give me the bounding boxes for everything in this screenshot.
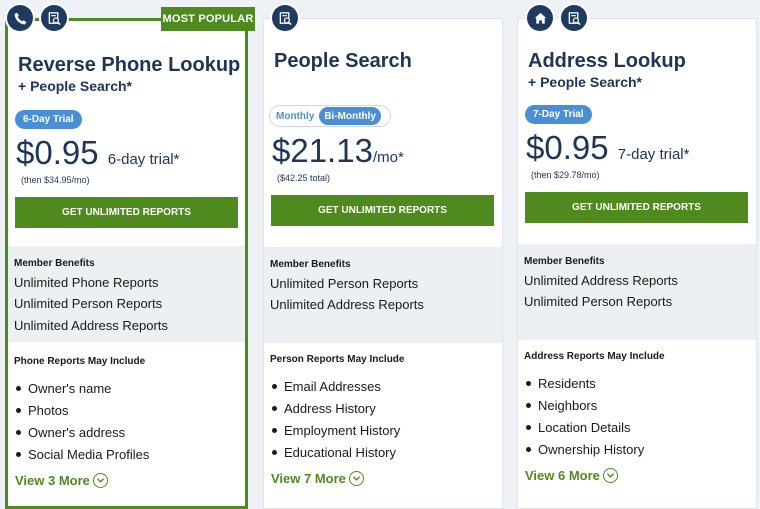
include-item: Address History xyxy=(272,401,376,416)
get-unlimited-reports-button[interactable]: GET UNLIMITED REPORTS xyxy=(271,195,494,226)
get-unlimited-reports-button[interactable]: GET UNLIMITED REPORTS xyxy=(15,197,238,228)
benefit-item: Unlimited Address Reports xyxy=(524,273,678,288)
include-item: Owner's address xyxy=(16,425,125,440)
plan-card-reverse-phone: Reverse Phone Lookup + People Search* 6-… xyxy=(5,18,248,509)
plan-title: People Search xyxy=(274,50,412,72)
include-item: Email Addresses xyxy=(272,379,381,394)
includes-heading: Person Reports May Include xyxy=(270,354,405,365)
member-benefits-section: Member Benefits Unlimited Person Reports… xyxy=(264,247,502,343)
benefits-heading: Member Benefits xyxy=(14,258,95,269)
toggle-monthly[interactable]: Monthly xyxy=(271,107,319,125)
include-item: Employment History xyxy=(272,423,400,438)
plan-card-people-search: People Search Monthly Bi-Monthly $21.13/… xyxy=(263,18,503,509)
chevron-down-icon xyxy=(348,471,364,486)
plan-price: $0.95 7-day trial* xyxy=(526,129,689,167)
chevron-down-icon xyxy=(602,468,618,483)
report-search-icon xyxy=(41,5,67,31)
benefit-item: Unlimited Person Reports xyxy=(14,296,163,311)
view-more-label: View 3 More xyxy=(15,473,90,488)
benefit-item: Unlimited Address Reports xyxy=(270,297,424,312)
get-unlimited-reports-button[interactable]: GET UNLIMITED REPORTS xyxy=(525,192,748,223)
view-more-link[interactable]: View 7 More xyxy=(271,471,364,486)
include-item: Location Details xyxy=(526,420,631,435)
include-item: Photos xyxy=(16,403,68,418)
toggle-bi-monthly[interactable]: Bi-Monthly xyxy=(319,107,381,125)
report-search-icon xyxy=(272,5,298,31)
view-more-link[interactable]: View 6 More xyxy=(525,468,618,483)
includes-heading: Phone Reports May Include xyxy=(14,356,146,367)
phone-icon xyxy=(7,5,33,31)
trial-pill: 7-Day Trial xyxy=(525,105,592,124)
include-item: Residents xyxy=(526,376,596,391)
plan-subtitle: + People Search* xyxy=(528,74,643,90)
include-item: Neighbors xyxy=(526,398,597,413)
plan-icons xyxy=(272,5,298,31)
home-icon xyxy=(527,5,553,31)
view-more-link[interactable]: View 3 More xyxy=(15,473,108,488)
price-amount: $0.95 xyxy=(526,129,609,166)
benefit-item: Unlimited Address Reports xyxy=(14,318,168,333)
price-note: (then $34.95/mo) xyxy=(21,175,90,185)
view-more-label: View 6 More xyxy=(525,468,600,483)
plan-card-address-lookup: Address Lookup + People Search* 7-Day Tr… xyxy=(517,18,757,509)
benefits-heading: Member Benefits xyxy=(270,259,351,270)
price-suffix: /mo* xyxy=(372,149,404,166)
chevron-down-icon xyxy=(92,473,108,488)
plan-icons xyxy=(527,5,587,31)
price-suffix: 7-day trial* xyxy=(617,146,690,163)
trial-pill: 6-Day Trial xyxy=(15,110,82,129)
plan-title: Address Lookup xyxy=(528,50,686,72)
price-note: ($42.25 total) xyxy=(277,173,331,183)
price-suffix: 6-day trial* xyxy=(107,151,180,168)
include-item: Educational History xyxy=(272,445,396,460)
billing-toggle[interactable]: Monthly Bi-Monthly xyxy=(269,105,391,127)
includes-heading: Address Reports May Include xyxy=(524,351,665,362)
report-search-icon xyxy=(561,5,587,31)
view-more-label: View 7 More xyxy=(271,471,346,486)
benefit-item: Unlimited Person Reports xyxy=(270,276,419,291)
member-benefits-section: Member Benefits Unlimited Phone Reports … xyxy=(8,246,245,342)
plan-title: Reverse Phone Lookup xyxy=(18,54,241,76)
include-item: Owner's name xyxy=(16,381,111,396)
plan-price: $21.13/mo* xyxy=(272,132,404,170)
plan-price: $0.95 6-day trial* xyxy=(16,134,179,172)
most-popular-badge: MOST POPULAR xyxy=(161,7,255,31)
plan-subtitle: + People Search* xyxy=(18,78,133,94)
price-amount: $0.95 xyxy=(16,134,99,171)
benefit-item: Unlimited Phone Reports xyxy=(14,275,159,290)
benefit-item: Unlimited Person Reports xyxy=(524,294,673,309)
price-note: (then $29.78/mo) xyxy=(531,170,600,180)
include-item: Social Media Profiles xyxy=(16,447,149,462)
member-benefits-section: Member Benefits Unlimited Address Report… xyxy=(518,244,756,340)
benefits-heading: Member Benefits xyxy=(524,256,605,267)
price-amount: $21.13 xyxy=(272,132,373,169)
plan-icons xyxy=(7,5,67,31)
include-item: Ownership History xyxy=(526,442,644,457)
